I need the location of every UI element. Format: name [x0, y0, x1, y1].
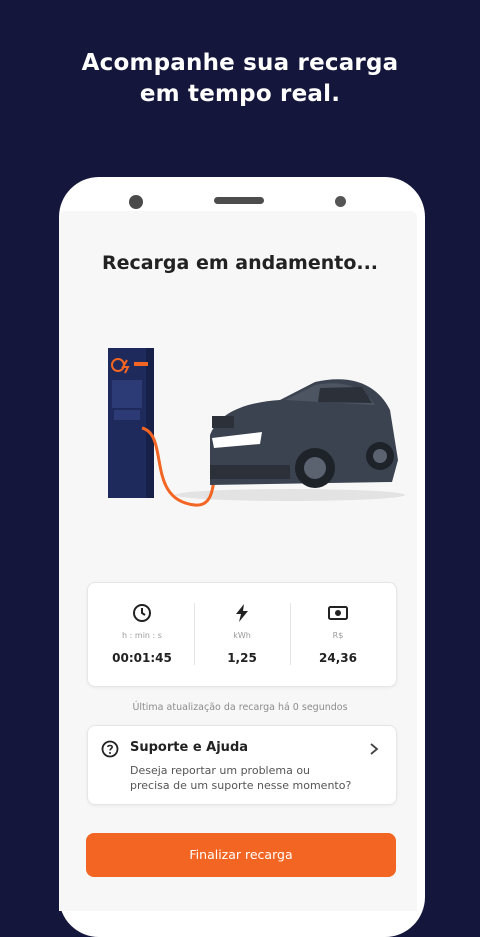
stat-cost: R$ 24,36	[290, 583, 386, 686]
charging-illustration	[108, 348, 405, 507]
stat-value: 00:01:45	[112, 651, 172, 665]
stat-time: h : min : s 00:01:45	[94, 583, 190, 686]
finish-charging-button[interactable]: Finalizar recarga	[86, 833, 396, 877]
stat-value: 1,25	[227, 651, 257, 665]
last-update-text: Última atualização da recarga há 0 segun…	[132, 702, 348, 713]
sensor	[335, 196, 346, 207]
chevron-right-icon[interactable]	[368, 742, 380, 756]
stat-label: kWh	[233, 631, 251, 640]
money-icon	[328, 606, 348, 620]
support-help-card[interactable]: Suporte e Ajuda Deseja reportar um probl…	[87, 725, 397, 805]
support-title: Suporte e Ajuda	[130, 740, 249, 755]
page-title: Recarga em andamento...	[101, 252, 379, 274]
speaker-grille	[214, 197, 264, 204]
charging-stats-card: h : min : s 00:01:45 kWh 1,25 R$ 24,36	[87, 582, 397, 687]
headline: Acompanhe sua recarga em tempo real.	[0, 48, 480, 110]
lightning-icon	[236, 604, 248, 622]
front-camera	[129, 195, 143, 209]
stat-label: R$	[332, 631, 344, 640]
stat-energy: kWh 1,25	[194, 583, 290, 686]
headline-line-1: Acompanhe sua recarga	[81, 50, 399, 76]
stat-label: h : min : s	[122, 631, 162, 640]
phone-screen	[59, 211, 417, 911]
clock-icon	[133, 604, 151, 622]
charging-station-graphic	[108, 348, 154, 498]
headline-line-2: em tempo real.	[139, 81, 341, 107]
electric-car-graphic	[210, 379, 398, 488]
question-circle-icon	[101, 740, 119, 758]
stat-value: 24,36	[319, 651, 357, 665]
support-description: Deseja reportar um problema ou precisa d…	[130, 764, 352, 792]
